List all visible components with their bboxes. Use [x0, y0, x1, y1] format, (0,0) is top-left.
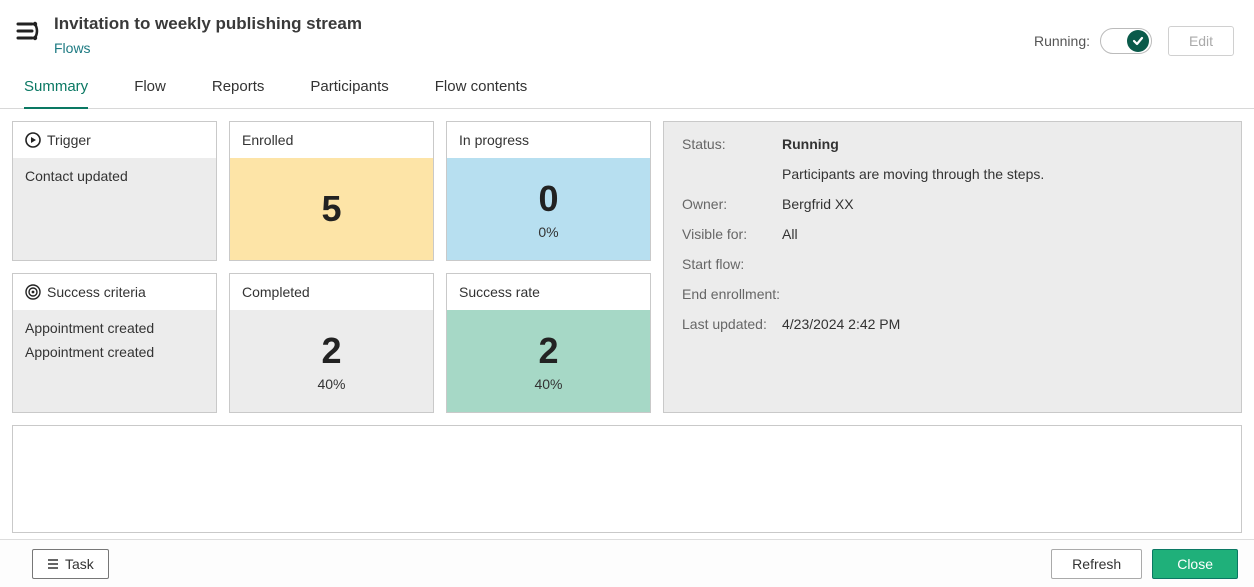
status-panel: Status: Running Participants are moving …	[663, 121, 1242, 413]
status-label: Status:	[682, 136, 782, 152]
metric-completed-label: Completed	[230, 274, 433, 310]
metric-completed: Completed 2 40%	[229, 273, 434, 413]
end-enrollment-label: End enrollment:	[682, 286, 802, 302]
task-button-label: Task	[65, 556, 94, 572]
page-title: Invitation to weekly publishing stream	[54, 14, 362, 34]
edit-button[interactable]: Edit	[1168, 26, 1234, 56]
success-line-2: Appointment created	[25, 344, 204, 360]
breadcrumb-flows[interactable]: Flows	[54, 40, 362, 56]
app-logo-icon	[14, 18, 40, 44]
running-label: Running:	[1034, 33, 1090, 49]
bottom-panel	[12, 425, 1242, 533]
success-line-1: Appointment created	[25, 320, 204, 336]
metric-successrate-label: Success rate	[447, 274, 650, 310]
metric-inprogress-value: 0	[538, 178, 558, 220]
metric-completed-sub: 40%	[317, 376, 345, 392]
metric-enrolled: Enrolled 5	[229, 121, 434, 261]
tab-summary[interactable]: Summary	[24, 70, 88, 109]
target-icon	[25, 284, 41, 300]
tab-flow[interactable]: Flow	[134, 70, 166, 108]
running-toggle[interactable]	[1100, 28, 1152, 54]
play-icon	[25, 132, 41, 148]
success-criteria-card: Success criteria Appointment created App…	[12, 273, 217, 413]
trigger-title: Trigger	[47, 132, 91, 148]
metric-completed-value: 2	[321, 330, 341, 372]
metric-successrate: Success rate 2 40%	[446, 273, 651, 413]
owner-label: Owner:	[682, 196, 782, 212]
last-updated-label: Last updated:	[682, 316, 782, 332]
tab-reports[interactable]: Reports	[212, 70, 265, 108]
close-button[interactable]: Close	[1152, 549, 1238, 579]
owner-value: Bergfrid XX	[782, 196, 854, 212]
tab-participants[interactable]: Participants	[310, 70, 388, 108]
metric-successrate-value: 2	[538, 330, 558, 372]
metric-inprogress-sub: 0%	[538, 224, 558, 240]
metric-enrolled-label: Enrolled	[230, 122, 433, 158]
metric-inprogress: In progress 0 0%	[446, 121, 651, 261]
visible-label: Visible for:	[682, 226, 782, 242]
start-flow-label: Start flow:	[682, 256, 782, 272]
last-updated-value: 4/23/2024 2:42 PM	[782, 316, 900, 332]
status-description: Participants are moving through the step…	[782, 166, 1044, 182]
metric-enrolled-value: 5	[321, 188, 341, 230]
tab-bar: Summary Flow Reports Participants Flow c…	[0, 70, 1254, 109]
trigger-line: Contact updated	[25, 168, 204, 184]
refresh-button[interactable]: Refresh	[1051, 549, 1142, 579]
check-icon	[1127, 30, 1149, 52]
status-value: Running	[782, 136, 839, 152]
tab-flow-contents[interactable]: Flow contents	[435, 70, 528, 108]
trigger-card: Trigger Contact updated	[12, 121, 217, 261]
menu-icon	[47, 558, 59, 570]
visible-value: All	[782, 226, 798, 242]
task-button[interactable]: Task	[32, 549, 109, 579]
metric-successrate-sub: 40%	[534, 376, 562, 392]
metric-inprogress-label: In progress	[447, 122, 650, 158]
success-title: Success criteria	[47, 284, 146, 300]
